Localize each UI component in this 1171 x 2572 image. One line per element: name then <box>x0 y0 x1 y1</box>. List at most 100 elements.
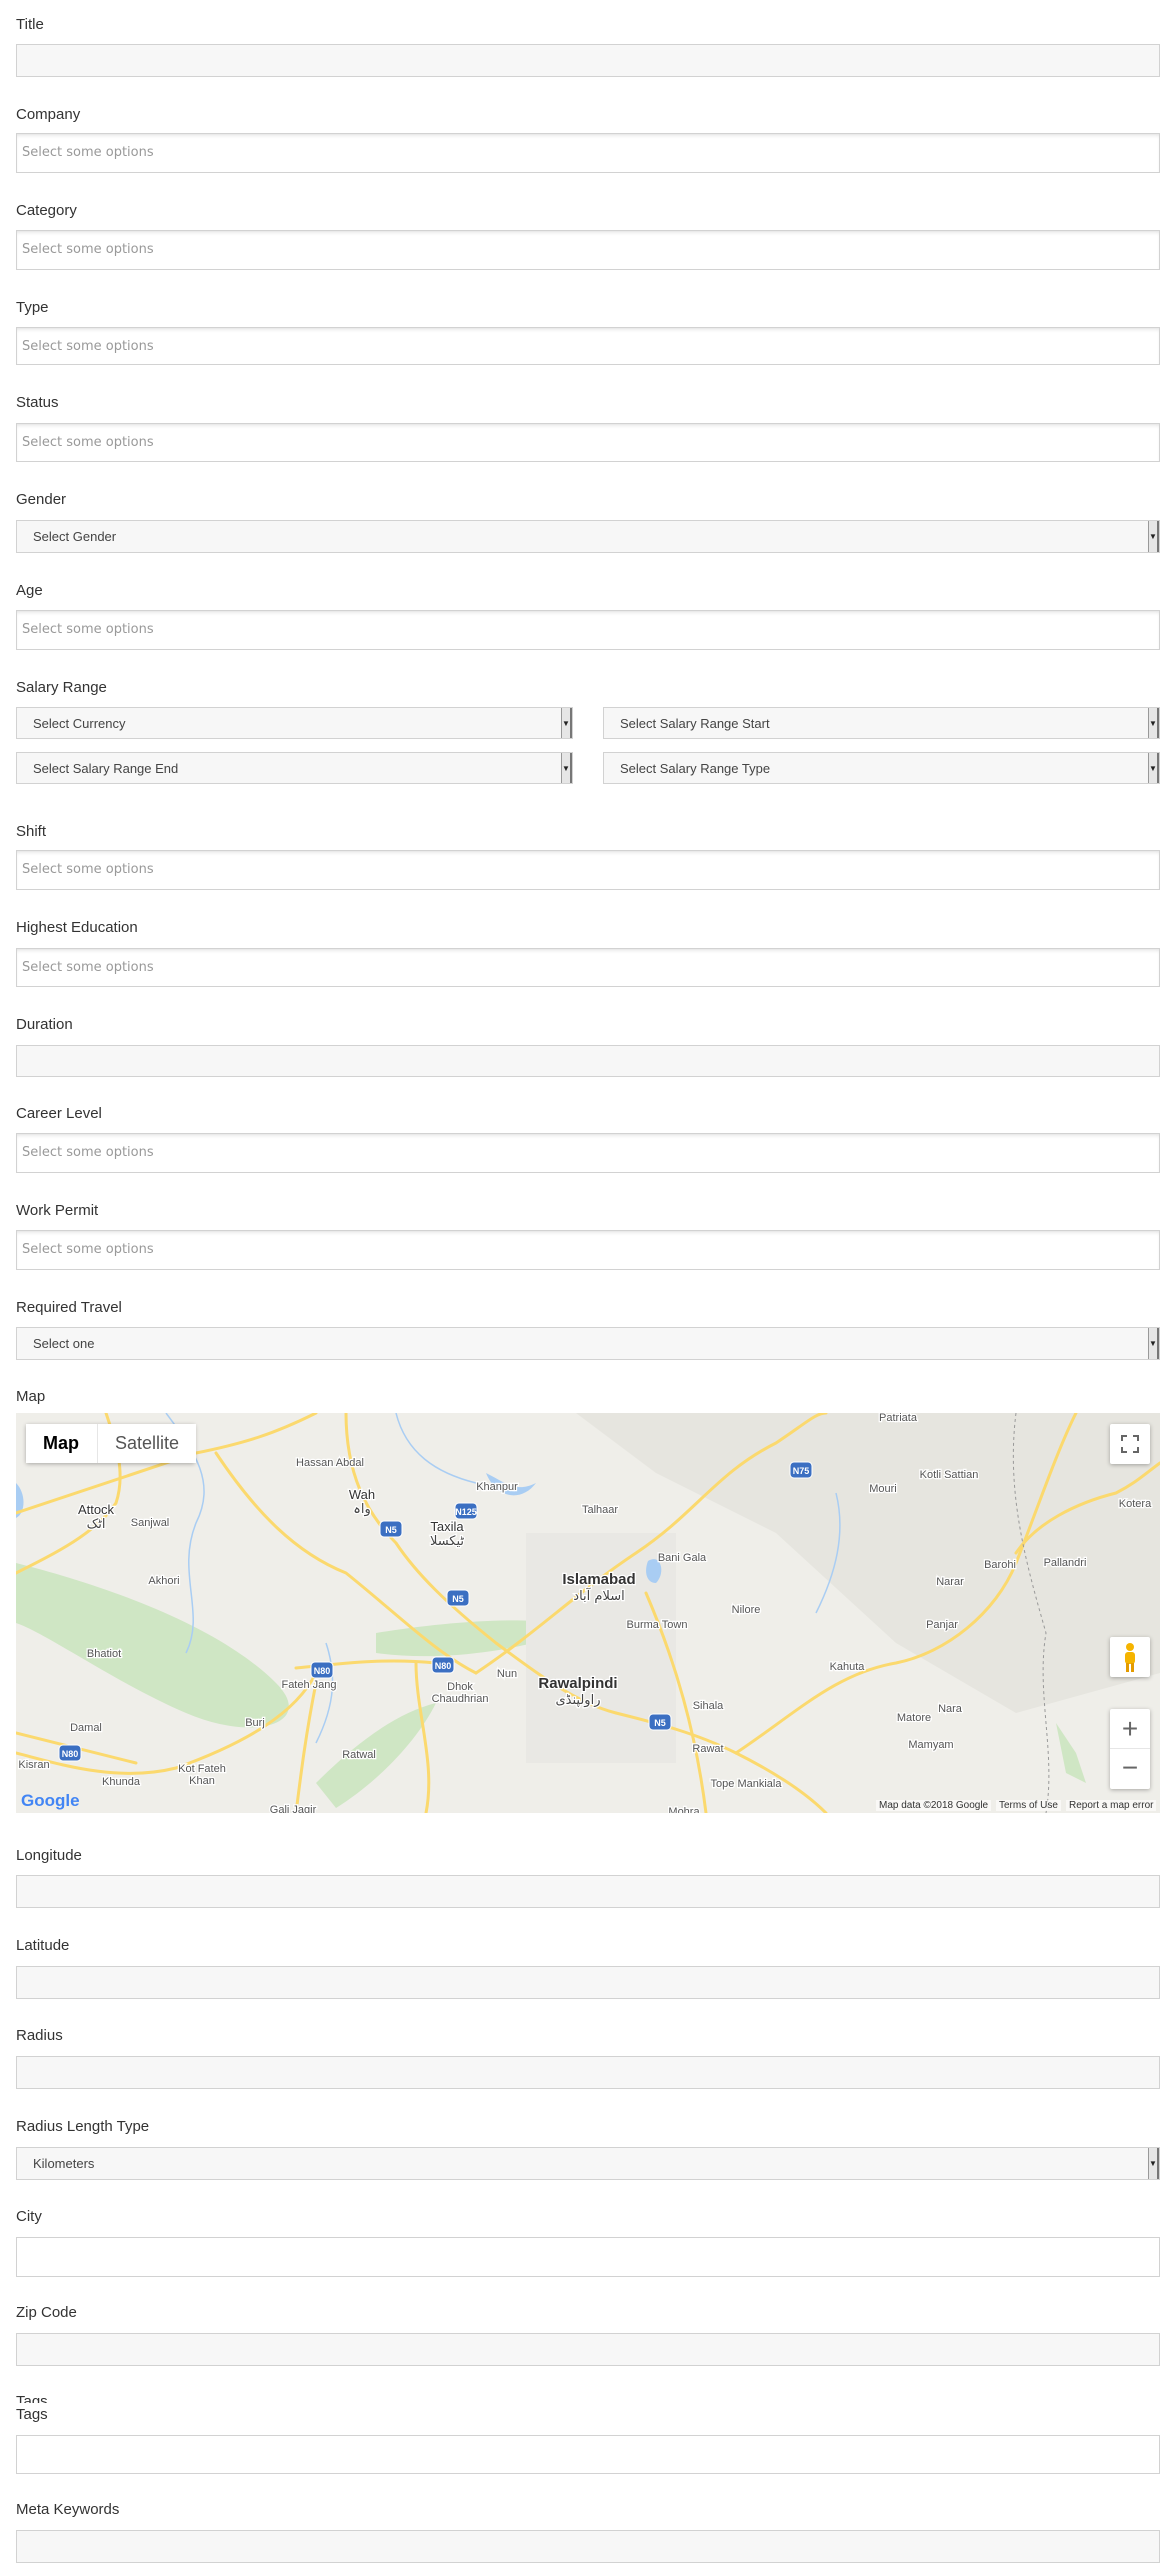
place-label-kotli-sattian: Kotli Sattian <box>920 1469 979 1481</box>
chevron-down-icon[interactable]: ▼ <box>1148 1328 1159 1359</box>
map-canvas[interactable]: Hassan Abdal Wah Attock Sanjwal Khanpur Taxil… <box>16 1413 1160 1813</box>
required-travel-select-value: Select one <box>33 1336 95 1351</box>
place-label-akhori: Akhori <box>148 1575 179 1587</box>
chevron-down-icon[interactable]: ▼ <box>561 753 572 783</box>
chevron-down-icon[interactable]: ▼ <box>1148 2148 1159 2179</box>
age-placeholder: Select some options <box>22 622 154 637</box>
place-label-rawalpindi: Rawalpindi <box>538 1675 617 1692</box>
highest-education-label: Highest Education <box>16 919 138 936</box>
chevron-down-icon[interactable]: ▼ <box>1148 753 1159 783</box>
city-label: City <box>16 2208 42 2225</box>
chevron-down-icon[interactable]: ▼ <box>561 708 572 738</box>
work-permit-multiselect[interactable]: Select some options <box>16 1230 1160 1270</box>
google-logo: Google <box>21 1791 80 1810</box>
road <box>294 1681 318 1813</box>
radius-length-type-label: Radius Length Type <box>16 2118 150 2135</box>
place-label-kot-fateh: Kot Fateh <box>178 1763 226 1775</box>
gender-select[interactable]: Select Gender ▼ <box>16 520 1160 553</box>
gender-label: Gender <box>16 491 67 508</box>
type-placeholder: Select some options <box>22 339 154 354</box>
place-label-dhok: Dhok <box>447 1681 473 1693</box>
place-label-nun: Nun <box>497 1668 517 1680</box>
highway-shield-label: N80 <box>62 1749 79 1759</box>
company-multiselect[interactable]: Select some options <box>16 133 1160 173</box>
title-input[interactable] <box>16 44 1160 77</box>
currency-select[interactable]: Select Currency ▼ <box>16 707 573 739</box>
highway-shield-label: N75 <box>793 1466 810 1476</box>
place-label-bhatiot: Bhatiot <box>87 1648 121 1660</box>
place-label-panjar: Panjar <box>926 1619 958 1631</box>
radius-length-type-select-value: Kilometers <box>33 2156 95 2171</box>
place-label-rawat: Rawat <box>692 1743 723 1755</box>
place-label-gali-jagir: Gali Jagir <box>270 1804 317 1813</box>
place-label-narar: Narar <box>936 1576 964 1588</box>
status-multiselect[interactable]: Select some options <box>16 423 1160 462</box>
highest-education-multiselect[interactable]: Select some options <box>16 948 1160 987</box>
place-label-mouri: Mouri <box>869 1483 897 1495</box>
map-data-attribution: Map data ©2018 Google <box>876 1800 992 1811</box>
place-label-urdu: راولپنڈی <box>556 1693 601 1708</box>
zoom-in-button[interactable]: + <box>1110 1709 1150 1749</box>
duration-label: Duration <box>16 1016 73 1033</box>
map-widget[interactable]: Hassan Abdal Wah Attock Sanjwal Khanpur Taxil… <box>16 1413 1160 1813</box>
company-placeholder: Select some options <box>22 145 154 160</box>
place-label-burma-town: Burma Town <box>627 1619 688 1631</box>
category-multiselect[interactable]: Select some options <box>16 230 1160 270</box>
meta-keywords-label: Meta Keywords <box>16 2501 120 2518</box>
street-view-pegman-icon[interactable] <box>1110 1637 1150 1677</box>
required-travel-select[interactable]: Select one ▼ <box>16 1327 1160 1360</box>
place-label-fateh-jang: Fateh Jang <box>281 1679 336 1691</box>
salary-type-select-value: Select Salary Range Type <box>620 761 771 776</box>
salary-start-select-value: Select Salary Range Start <box>620 716 770 731</box>
longitude-label: Longitude <box>16 1847 82 1864</box>
work-permit-placeholder: Select some options <box>22 1242 154 1257</box>
road <box>414 1661 431 1813</box>
salary-type-select[interactable]: Select Salary Range Type ▼ <box>603 752 1160 784</box>
place-label-ratwal: Ratwal <box>342 1749 376 1761</box>
latitude-input[interactable] <box>16 1966 1160 1999</box>
longitude-input[interactable] <box>16 1875 1160 1908</box>
place-label-khan: Khan <box>189 1775 215 1787</box>
terms-of-use-link[interactable]: Terms of Use <box>996 1800 1061 1811</box>
place-label-burj: Burj <box>245 1717 265 1729</box>
chevron-down-icon[interactable]: ▼ <box>1148 708 1159 738</box>
salary-end-select-value: Select Salary Range End <box>33 761 179 776</box>
zip-code-input[interactable] <box>16 2333 1160 2366</box>
tags-label-duplicate: Tags <box>16 2393 48 2403</box>
report-map-error-link[interactable]: Report a map error <box>1066 1800 1157 1811</box>
career-level-label: Career Level <box>16 1105 102 1122</box>
currency-select-value: Select Currency <box>33 716 126 731</box>
salary-end-select[interactable]: Select Salary Range End ▼ <box>16 752 573 784</box>
meta-keywords-input[interactable] <box>16 2530 1160 2563</box>
river <box>315 1642 334 1744</box>
place-label-patriata: Patriata <box>879 1413 918 1424</box>
salary-start-select[interactable]: Select Salary Range Start ▼ <box>603 707 1160 739</box>
fullscreen-icon[interactable] <box>1110 1424 1150 1464</box>
radius-length-type-select[interactable]: Kilometers ▼ <box>16 2147 1160 2180</box>
type-label: Type <box>16 299 49 316</box>
map-type-map-button[interactable]: Map <box>26 1424 96 1463</box>
work-permit-label: Work Permit <box>16 1202 99 1219</box>
zoom-out-button[interactable]: − <box>1110 1749 1150 1789</box>
city-input[interactable] <box>16 2237 1160 2277</box>
place-label-talhaar: Talhaar <box>582 1504 618 1516</box>
career-level-multiselect[interactable]: Select some options <box>16 1133 1160 1173</box>
shift-label: Shift <box>16 823 47 840</box>
category-label: Category <box>16 202 77 219</box>
place-label-bani-gala: Bani Gala <box>658 1552 707 1564</box>
radius-input[interactable] <box>16 2056 1160 2089</box>
radius-label: Radius <box>16 2027 63 2044</box>
place-label-urdu: اسلام آباد <box>573 1587 624 1604</box>
river <box>395 1413 477 1484</box>
highway-shield-label: N5 <box>654 1718 666 1728</box>
map-type-satellite-button[interactable]: Satellite <box>97 1424 196 1463</box>
age-multiselect[interactable]: Select some options <box>16 610 1160 650</box>
place-label-kisran: Kisran <box>18 1759 49 1771</box>
place-label-urdu: ٹیکسلا <box>430 1534 464 1549</box>
type-multiselect[interactable]: Select some options <box>16 327 1160 365</box>
duration-input[interactable] <box>16 1045 1160 1077</box>
place-label-attock: Attock <box>78 1502 115 1517</box>
tags-input[interactable] <box>16 2435 1160 2474</box>
shift-multiselect[interactable]: Select some options <box>16 850 1160 890</box>
chevron-down-icon[interactable]: ▼ <box>1148 521 1159 552</box>
